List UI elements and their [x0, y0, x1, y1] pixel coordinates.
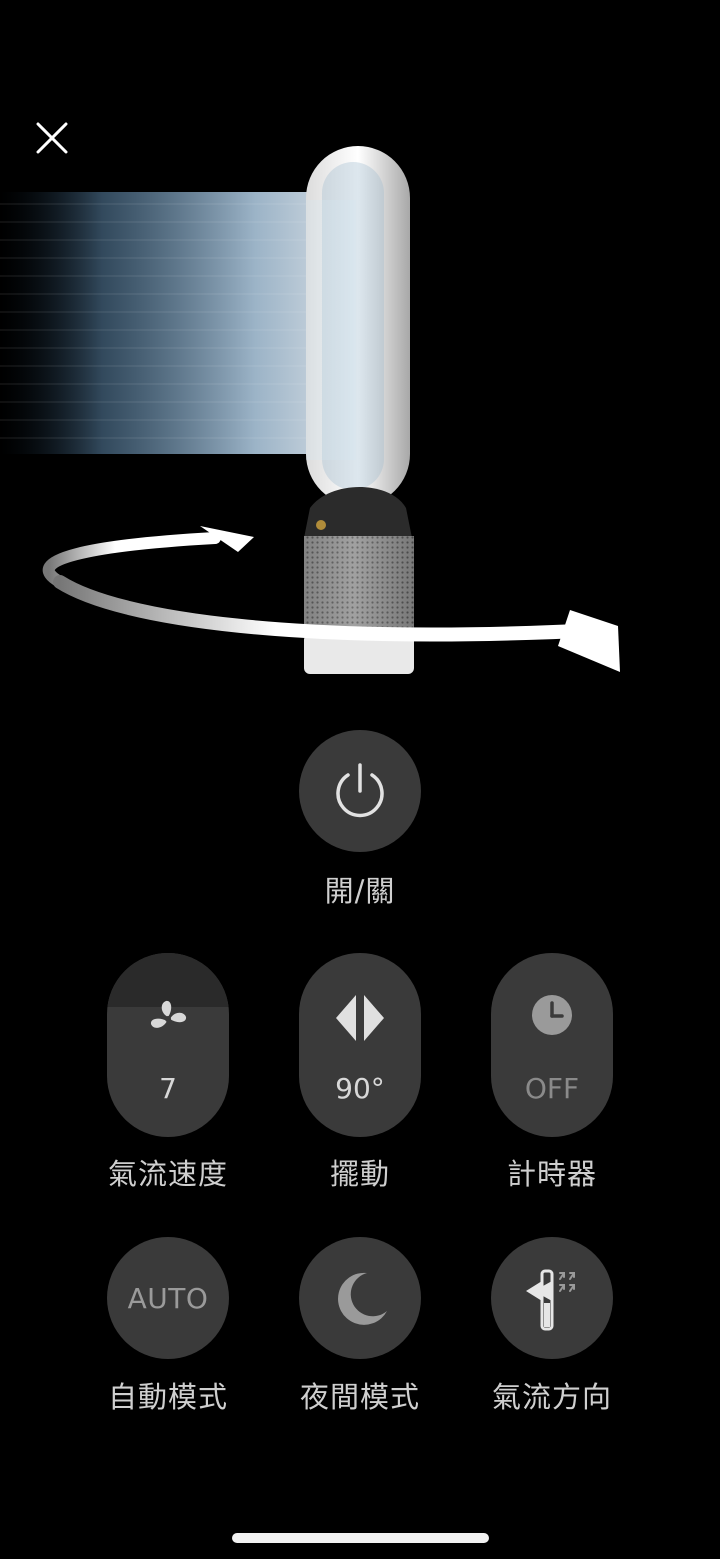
fan-speed-value: 7	[159, 1072, 177, 1105]
night-mode-button[interactable]	[299, 1237, 421, 1359]
night-mode-label: 夜間模式	[299, 1380, 420, 1414]
oscillation-value: 90°	[335, 1072, 385, 1105]
power-button[interactable]	[299, 730, 421, 852]
moon-icon	[338, 1272, 387, 1325]
auto-mode-text: AUTO	[127, 1281, 209, 1315]
timer-value: OFF	[524, 1072, 580, 1105]
auto-mode-button[interactable]: AUTO	[107, 1237, 229, 1359]
home-indicator[interactable]	[232, 1533, 489, 1543]
oscillation-icon	[336, 995, 384, 1041]
fan-icon	[150, 1000, 187, 1028]
power-label: 開/關	[324, 874, 396, 908]
power-icon	[336, 763, 384, 818]
airflow-direction-button[interactable]	[491, 1237, 613, 1359]
airflow-direction-label: 氣流方向	[491, 1380, 612, 1414]
clock-icon	[532, 995, 572, 1035]
timer-button[interactable]: OFF	[491, 953, 613, 1137]
oscillation-button[interactable]: 90°	[299, 953, 421, 1137]
fan-speed-button[interactable]: 7	[107, 953, 229, 1137]
timer-label: 計時器	[506, 1157, 597, 1191]
oscillation-label: 擺動	[329, 1157, 390, 1191]
fan-speed-label: 氣流速度	[107, 1157, 228, 1191]
airflow-direction-icon	[526, 1269, 575, 1331]
fan-illustration	[0, 140, 720, 700]
auto-mode-label: 自動模式	[107, 1380, 228, 1414]
